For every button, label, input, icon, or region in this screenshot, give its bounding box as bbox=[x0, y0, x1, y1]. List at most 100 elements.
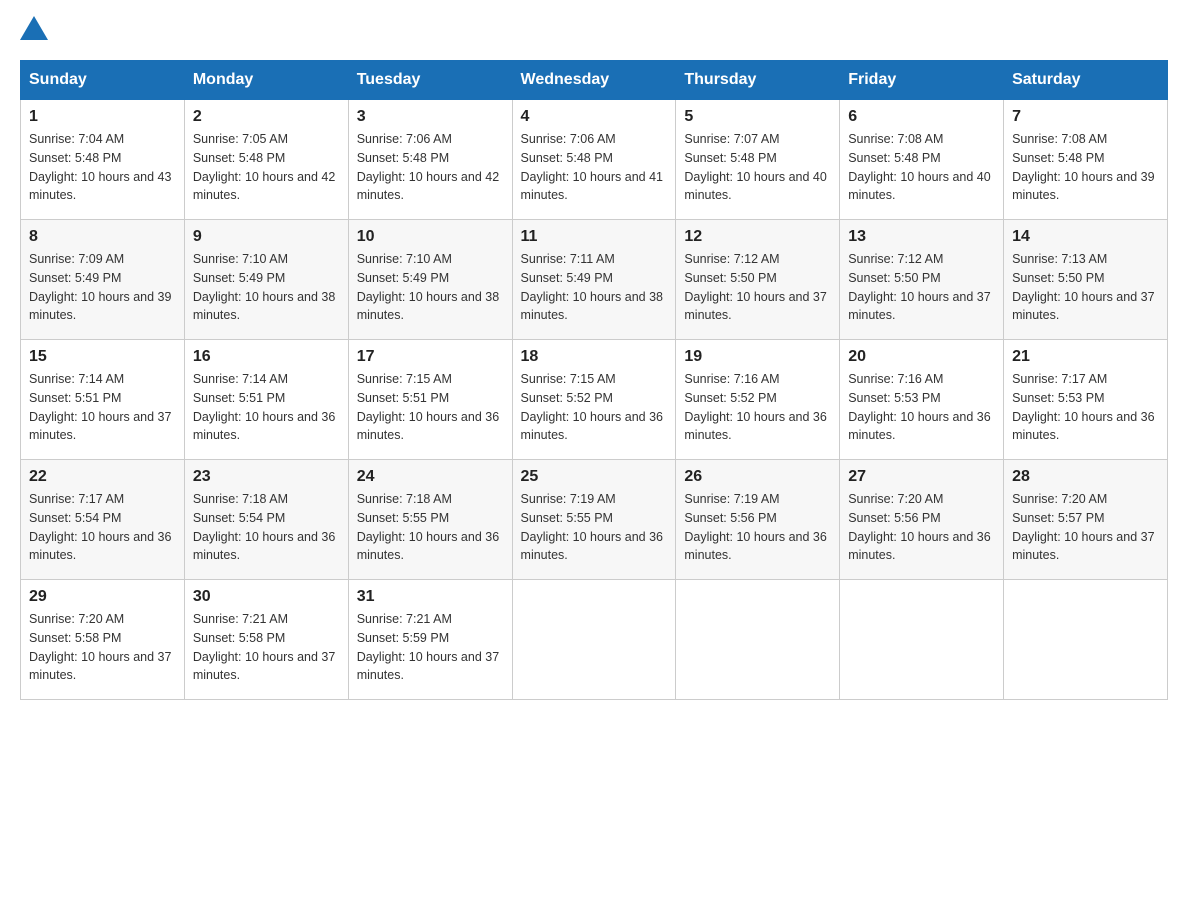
day-info: Sunrise: 7:19 AMSunset: 5:56 PMDaylight:… bbox=[684, 490, 831, 565]
calendar-table: SundayMondayTuesdayWednesdayThursdayFrid… bbox=[20, 60, 1168, 700]
day-number: 7 bbox=[1012, 108, 1159, 126]
day-number: 14 bbox=[1012, 228, 1159, 246]
day-number: 24 bbox=[357, 468, 504, 486]
day-number: 2 bbox=[193, 108, 340, 126]
calendar-week-3: 15 Sunrise: 7:14 AMSunset: 5:51 PMDayligh… bbox=[21, 340, 1168, 460]
day-number: 31 bbox=[357, 588, 504, 606]
calendar-cell: 11 Sunrise: 7:11 AMSunset: 5:49 PMDayligh… bbox=[512, 220, 676, 340]
day-info: Sunrise: 7:07 AMSunset: 5:48 PMDaylight:… bbox=[684, 130, 831, 205]
day-info: Sunrise: 7:09 AMSunset: 5:49 PMDaylight:… bbox=[29, 250, 176, 325]
calendar-cell: 9 Sunrise: 7:10 AMSunset: 5:49 PMDaylight… bbox=[184, 220, 348, 340]
day-info: Sunrise: 7:12 AMSunset: 5:50 PMDaylight:… bbox=[684, 250, 831, 325]
day-info: Sunrise: 7:06 AMSunset: 5:48 PMDaylight:… bbox=[357, 130, 504, 205]
day-number: 27 bbox=[848, 468, 995, 486]
day-number: 1 bbox=[29, 108, 176, 126]
header-day-saturday: Saturday bbox=[1004, 61, 1168, 100]
header-day-monday: Monday bbox=[184, 61, 348, 100]
logo-triangle-icon bbox=[20, 16, 48, 40]
day-info: Sunrise: 7:18 AMSunset: 5:55 PMDaylight:… bbox=[357, 490, 504, 565]
calendar-cell bbox=[1004, 580, 1168, 700]
calendar-cell: 27 Sunrise: 7:20 AMSunset: 5:56 PMDayligh… bbox=[840, 460, 1004, 580]
day-number: 26 bbox=[684, 468, 831, 486]
calendar-week-5: 29Sunrise: 7:20 AMSunset: 5:58 PMDayligh… bbox=[21, 580, 1168, 700]
day-number: 9 bbox=[193, 228, 340, 246]
day-info: Sunrise: 7:15 AMSunset: 5:51 PMDaylight:… bbox=[357, 370, 504, 445]
day-info: Sunrise: 7:19 AMSunset: 5:55 PMDaylight:… bbox=[521, 490, 668, 565]
day-info: Sunrise: 7:05 AMSunset: 5:48 PMDaylight:… bbox=[193, 130, 340, 205]
header-day-tuesday: Tuesday bbox=[348, 61, 512, 100]
day-info: Sunrise: 7:12 AMSunset: 5:50 PMDaylight:… bbox=[848, 250, 995, 325]
day-info: Sunrise: 7:20 AMSunset: 5:56 PMDaylight:… bbox=[848, 490, 995, 565]
calendar-cell: 30 Sunrise: 7:21 AMSunset: 5:58 PMDayligh… bbox=[184, 580, 348, 700]
day-number: 4 bbox=[521, 108, 668, 126]
header-row: SundayMondayTuesdayWednesdayThursdayFrid… bbox=[21, 61, 1168, 100]
day-info: Sunrise: 7:17 AMSunset: 5:54 PMDaylight:… bbox=[29, 490, 176, 565]
day-number: 6 bbox=[848, 108, 995, 126]
calendar-cell bbox=[840, 580, 1004, 700]
day-info: Sunrise: 7:13 AMSunset: 5:50 PMDaylight:… bbox=[1012, 250, 1159, 325]
day-number: 15 bbox=[29, 348, 176, 366]
calendar-cell: 7Sunrise: 7:08 AMSunset: 5:48 PMDaylight… bbox=[1004, 100, 1168, 220]
day-number: 18 bbox=[521, 348, 668, 366]
logo bbox=[20, 20, 48, 40]
page-header bbox=[20, 20, 1168, 40]
day-number: 13 bbox=[848, 228, 995, 246]
calendar-cell: 25Sunrise: 7:19 AMSunset: 5:55 PMDayligh… bbox=[512, 460, 676, 580]
day-info: Sunrise: 7:10 AMSunset: 5:49 PMDaylight:… bbox=[193, 250, 340, 325]
calendar-cell: 14 Sunrise: 7:13 AMSunset: 5:50 PMDayligh… bbox=[1004, 220, 1168, 340]
day-number: 28 bbox=[1012, 468, 1159, 486]
calendar-cell: 15 Sunrise: 7:14 AMSunset: 5:51 PMDayligh… bbox=[21, 340, 185, 460]
calendar-cell: 16 Sunrise: 7:14 AMSunset: 5:51 PMDayligh… bbox=[184, 340, 348, 460]
calendar-body: 1 Sunrise: 7:04 AMSunset: 5:48 PMDaylight… bbox=[21, 100, 1168, 700]
calendar-cell: 6 Sunrise: 7:08 AMSunset: 5:48 PMDaylight… bbox=[840, 100, 1004, 220]
day-info: Sunrise: 7:18 AMSunset: 5:54 PMDaylight:… bbox=[193, 490, 340, 565]
calendar-cell: 17 Sunrise: 7:15 AMSunset: 5:51 PMDayligh… bbox=[348, 340, 512, 460]
day-number: 21 bbox=[1012, 348, 1159, 366]
day-number: 23 bbox=[193, 468, 340, 486]
day-number: 17 bbox=[357, 348, 504, 366]
day-info: Sunrise: 7:21 AMSunset: 5:59 PMDaylight:… bbox=[357, 610, 504, 685]
day-info: Sunrise: 7:14 AMSunset: 5:51 PMDaylight:… bbox=[29, 370, 176, 445]
day-number: 3 bbox=[357, 108, 504, 126]
day-info: Sunrise: 7:14 AMSunset: 5:51 PMDaylight:… bbox=[193, 370, 340, 445]
calendar-week-1: 1 Sunrise: 7:04 AMSunset: 5:48 PMDaylight… bbox=[21, 100, 1168, 220]
calendar-cell: 20Sunrise: 7:16 AMSunset: 5:53 PMDayligh… bbox=[840, 340, 1004, 460]
header-day-thursday: Thursday bbox=[676, 61, 840, 100]
header-day-wednesday: Wednesday bbox=[512, 61, 676, 100]
calendar-cell: 18 Sunrise: 7:15 AMSunset: 5:52 PMDayligh… bbox=[512, 340, 676, 460]
calendar-cell: 2 Sunrise: 7:05 AMSunset: 5:48 PMDaylight… bbox=[184, 100, 348, 220]
day-number: 30 bbox=[193, 588, 340, 606]
day-info: Sunrise: 7:06 AMSunset: 5:48 PMDaylight:… bbox=[521, 130, 668, 205]
calendar-cell: 10 Sunrise: 7:10 AMSunset: 5:49 PMDayligh… bbox=[348, 220, 512, 340]
day-number: 22 bbox=[29, 468, 176, 486]
header-day-sunday: Sunday bbox=[21, 61, 185, 100]
day-info: Sunrise: 7:15 AMSunset: 5:52 PMDaylight:… bbox=[521, 370, 668, 445]
day-info: Sunrise: 7:17 AMSunset: 5:53 PMDaylight:… bbox=[1012, 370, 1159, 445]
calendar-cell: 5Sunrise: 7:07 AMSunset: 5:48 PMDaylight… bbox=[676, 100, 840, 220]
day-number: 10 bbox=[357, 228, 504, 246]
header-day-friday: Friday bbox=[840, 61, 1004, 100]
day-info: Sunrise: 7:11 AMSunset: 5:49 PMDaylight:… bbox=[521, 250, 668, 325]
calendar-header: SundayMondayTuesdayWednesdayThursdayFrid… bbox=[21, 61, 1168, 100]
calendar-cell: 22 Sunrise: 7:17 AMSunset: 5:54 PMDayligh… bbox=[21, 460, 185, 580]
calendar-cell: 1 Sunrise: 7:04 AMSunset: 5:48 PMDaylight… bbox=[21, 100, 185, 220]
day-info: Sunrise: 7:21 AMSunset: 5:58 PMDaylight:… bbox=[193, 610, 340, 685]
calendar-cell: 19Sunrise: 7:16 AMSunset: 5:52 PMDayligh… bbox=[676, 340, 840, 460]
calendar-cell: 29Sunrise: 7:20 AMSunset: 5:58 PMDayligh… bbox=[21, 580, 185, 700]
calendar-cell bbox=[512, 580, 676, 700]
calendar-cell: 3 Sunrise: 7:06 AMSunset: 5:48 PMDaylight… bbox=[348, 100, 512, 220]
calendar-cell: 23 Sunrise: 7:18 AMSunset: 5:54 PMDayligh… bbox=[184, 460, 348, 580]
day-number: 8 bbox=[29, 228, 176, 246]
day-number: 19 bbox=[684, 348, 831, 366]
calendar-week-2: 8 Sunrise: 7:09 AMSunset: 5:49 PMDaylight… bbox=[21, 220, 1168, 340]
day-number: 11 bbox=[521, 228, 668, 246]
calendar-cell: 13 Sunrise: 7:12 AMSunset: 5:50 PMDayligh… bbox=[840, 220, 1004, 340]
day-info: Sunrise: 7:08 AMSunset: 5:48 PMDaylight:… bbox=[848, 130, 995, 205]
day-number: 16 bbox=[193, 348, 340, 366]
day-number: 20 bbox=[848, 348, 995, 366]
calendar-cell: 12Sunrise: 7:12 AMSunset: 5:50 PMDayligh… bbox=[676, 220, 840, 340]
day-info: Sunrise: 7:10 AMSunset: 5:49 PMDaylight:… bbox=[357, 250, 504, 325]
day-info: Sunrise: 7:04 AMSunset: 5:48 PMDaylight:… bbox=[29, 130, 176, 205]
calendar-cell: 8 Sunrise: 7:09 AMSunset: 5:49 PMDaylight… bbox=[21, 220, 185, 340]
calendar-cell: 31 Sunrise: 7:21 AMSunset: 5:59 PMDayligh… bbox=[348, 580, 512, 700]
